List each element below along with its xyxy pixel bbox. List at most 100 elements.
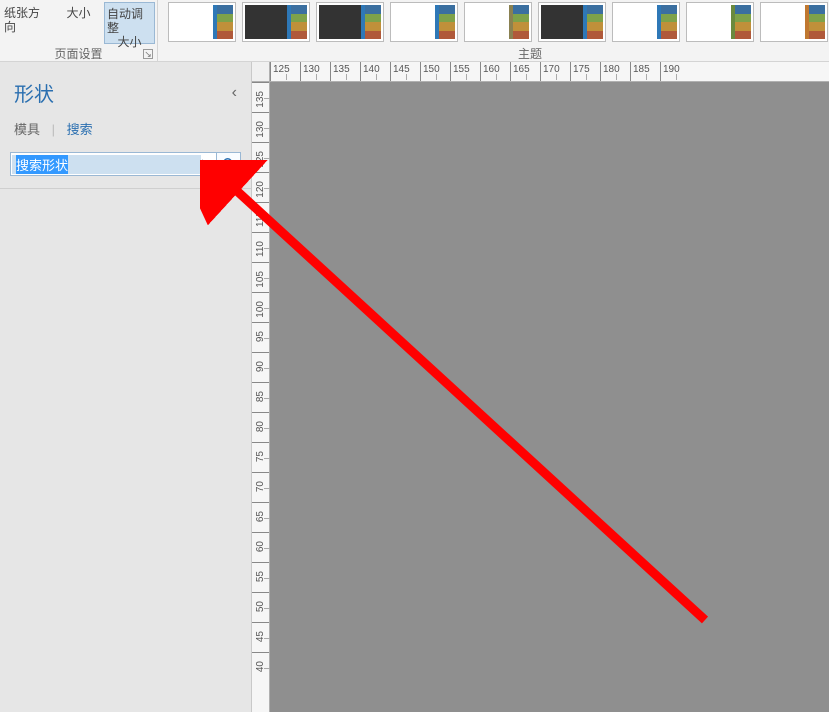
tab-stencil[interactable]: 模具 <box>14 122 40 137</box>
theme-thumb[interactable] <box>242 2 310 42</box>
ruler-tick-label: 185 <box>633 64 650 75</box>
ruler-tick-label: 145 <box>393 64 410 75</box>
collapse-icon[interactable]: ‹ <box>232 84 237 102</box>
ruler-tick: 170 <box>540 62 570 81</box>
orientation-button[interactable]: 纸张方向 <box>2 2 53 44</box>
ruler-tick: 75 <box>252 442 269 472</box>
theme-thumb[interactable] <box>612 2 680 42</box>
ruler-tick: 45 <box>252 622 269 652</box>
shapes-panel-header: 形状 ‹ <box>0 62 251 115</box>
theme-thumb[interactable] <box>686 2 754 42</box>
ruler-tick: 105 <box>252 262 269 292</box>
panel-divider <box>0 188 251 189</box>
ruler-tick-label: 60 <box>255 541 266 552</box>
auto-fit-label-1: 自动调整 <box>107 7 152 35</box>
themes-group-text: 主题 <box>518 47 542 61</box>
ruler-tick: 100 <box>252 292 269 322</box>
ruler-tick-label: 135 <box>333 64 350 75</box>
ruler-tick-label: 75 <box>255 451 266 462</box>
theme-thumb[interactable] <box>390 2 458 42</box>
ruler-tick: 50 <box>252 592 269 622</box>
ruler-tick: 155 <box>450 62 480 81</box>
ruler-tick: 185 <box>630 62 660 81</box>
ruler-tick: 190 <box>660 62 690 81</box>
ruler-tick: 175 <box>570 62 600 81</box>
tab-search[interactable]: 搜索 <box>67 122 93 137</box>
auto-fit-size-button[interactable]: 自动调整 大小 <box>104 2 155 44</box>
theme-thumb[interactable] <box>538 2 606 42</box>
ruler-tick-label: 55 <box>255 571 266 582</box>
ruler-tick-label: 155 <box>453 64 470 75</box>
ruler-tick: 135 <box>252 82 269 112</box>
ribbon-group-page-setup: 纸张方向 大小 自动调整 大小 页面设置 ↘ <box>0 0 158 61</box>
themes-group-label: 主题 <box>158 45 829 61</box>
paper-size-label: 大小 <box>66 6 90 20</box>
horizontal-ruler[interactable]: 1251301351401451501551601651701751801851… <box>270 62 829 82</box>
ribbon: 纸张方向 大小 自动调整 大小 页面设置 ↘ <box>0 0 829 62</box>
ruler-tick-label: 170 <box>543 64 560 75</box>
ruler-tick: 120 <box>252 172 269 202</box>
ruler-tick-label: 140 <box>363 64 380 75</box>
ruler-tick: 60 <box>252 532 269 562</box>
ruler-tick-label: 115 <box>255 211 266 227</box>
page-setup-group-label: 页面设置 ↘ <box>0 45 157 61</box>
ruler-tick: 130 <box>252 112 269 142</box>
ruler-tick-label: 180 <box>603 64 620 75</box>
ruler-tick: 85 <box>252 382 269 412</box>
shapes-panel-tabs: 模具 | 搜索 <box>0 115 251 152</box>
theme-thumb[interactable] <box>316 2 384 42</box>
theme-gallery <box>158 0 829 45</box>
shapes-panel-title: 形状 <box>14 78 54 107</box>
paper-size-button[interactable]: 大小 <box>53 2 104 44</box>
ruler-tick: 115 <box>252 202 269 232</box>
page-setup-launcher-icon[interactable]: ↘ <box>143 49 153 59</box>
shape-search-button[interactable] <box>217 152 241 176</box>
ruler-tick: 145 <box>390 62 420 81</box>
ruler-tick: 90 <box>252 352 269 382</box>
search-dropdown-icon[interactable]: ▾ <box>202 159 216 170</box>
ruler-tick: 165 <box>510 62 540 81</box>
ruler-tick: 65 <box>252 502 269 532</box>
ruler-tick-label: 190 <box>663 64 680 75</box>
theme-thumb[interactable] <box>464 2 532 42</box>
ruler-tick: 125 <box>252 142 269 172</box>
shape-search-input[interactable] <box>12 155 201 174</box>
ruler-tick-label: 70 <box>255 481 266 492</box>
ruler-tick: 160 <box>480 62 510 81</box>
shape-search-row: ▾ <box>10 152 241 176</box>
ruler-tick: 180 <box>600 62 630 81</box>
theme-thumb[interactable] <box>760 2 828 42</box>
ruler-tick-label: 120 <box>255 181 266 198</box>
drawing-canvas[interactable] <box>270 82 829 712</box>
ruler-tick-label: 165 <box>513 64 530 75</box>
ruler-tick: 70 <box>252 472 269 502</box>
shape-search-box: ▾ <box>10 152 217 176</box>
ruler-tick-label: 85 <box>255 391 266 402</box>
ruler-tick: 55 <box>252 562 269 592</box>
theme-thumb[interactable] <box>168 2 236 42</box>
ruler-tick-label: 40 <box>255 661 266 672</box>
ruler-tick-label: 90 <box>255 361 266 372</box>
ruler-tick: 135 <box>330 62 360 81</box>
search-icon <box>222 157 236 171</box>
ruler-tick-label: 110 <box>255 241 266 257</box>
ruler-tick-label: 150 <box>423 64 440 75</box>
ruler-tick: 95 <box>252 322 269 352</box>
ruler-tick-label: 65 <box>255 511 266 522</box>
ruler-tick-label: 100 <box>255 301 266 318</box>
ruler-tick: 140 <box>360 62 390 81</box>
ruler-tick-label: 125 <box>255 151 266 168</box>
ruler-tick: 80 <box>252 412 269 442</box>
drawing-workspace: 125 130 135 140 145 150 155 160165 170 175 180 185 1… <box>252 62 829 712</box>
ruler-tick-label: 135 <box>255 91 266 108</box>
vertical-ruler[interactable]: 135 130 125 120 115 110 105 100 95 90 85 80 75 70 65 60… <box>252 82 270 712</box>
page-setup-group-text: 页面设置 <box>54 47 102 61</box>
page-setup-buttons: 纸张方向 大小 自动调整 大小 <box>0 0 157 45</box>
ruler-tick: 125 <box>270 62 300 81</box>
ruler-corner <box>252 62 270 82</box>
ribbon-group-themes: 主题 <box>158 0 829 61</box>
ruler-tick-label: 50 <box>255 601 266 612</box>
ruler-tick-label: 175 <box>573 64 590 75</box>
ruler-tick-label: 80 <box>255 421 266 432</box>
ruler-tick-label: 130 <box>255 121 266 138</box>
